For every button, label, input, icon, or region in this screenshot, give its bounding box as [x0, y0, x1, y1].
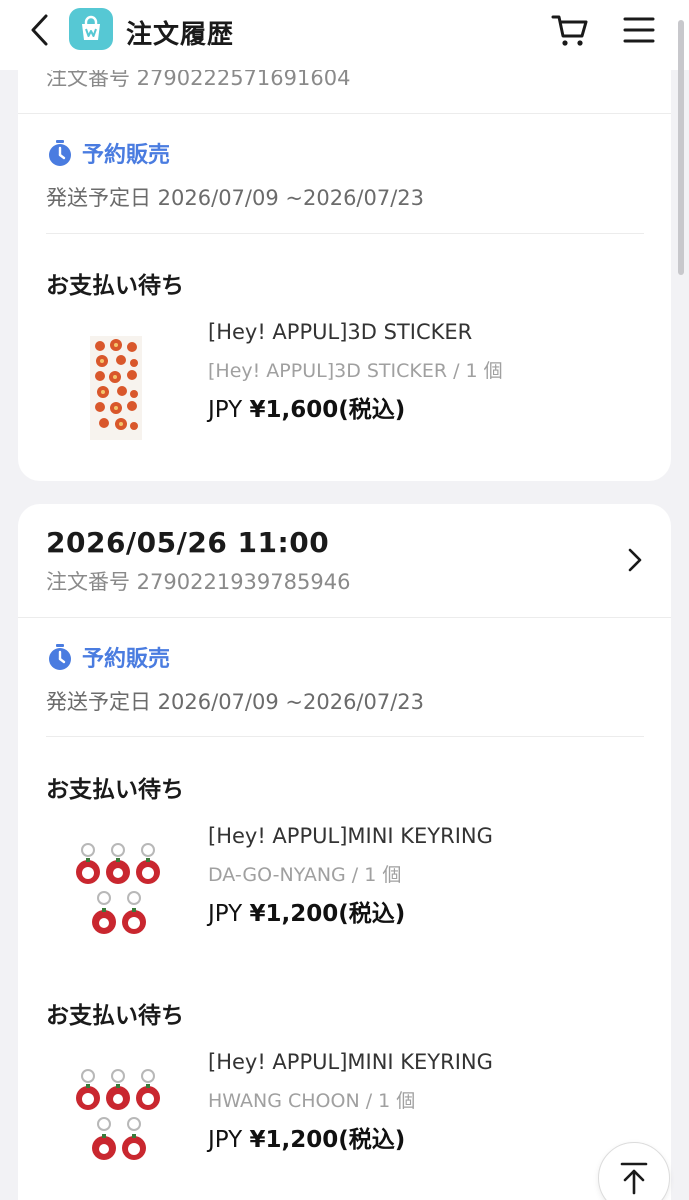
app-header: 注文履歴 [0, 0, 689, 70]
price-amount: ¥1,200(税込) [249, 1127, 406, 1153]
cart-icon [551, 15, 588, 46]
price-amount: ¥1,200(税込) [249, 901, 406, 927]
divider [18, 113, 671, 114]
payment-status: お支払い待ち [46, 1003, 184, 1029]
product-option: DA-GO-NYANG / 1 個 [208, 864, 402, 886]
product-thumbnail[interactable] [66, 334, 176, 444]
product-price: JPY ¥1,200(税込) [208, 894, 405, 928]
stopwatch-icon [49, 644, 71, 670]
keyring-set-image [76, 843, 160, 934]
arrow-up-icon [620, 1162, 648, 1195]
preorder-text: 予約販売 [82, 647, 171, 672]
stopwatch-icon [49, 140, 71, 166]
sticker-sheet-image [90, 336, 142, 440]
preorder-text: 予約販売 [82, 143, 171, 168]
shipping-date: 発送予定日 2026/07/09 ~2026/07/23 [46, 186, 425, 210]
product-option: HWANG CHOON / 1 個 [208, 1090, 416, 1112]
payment-status: お支払い待ち [46, 273, 184, 299]
order-date: 2026/05/26 11:00 [46, 526, 330, 559]
product-thumbnail[interactable] [66, 838, 176, 948]
product-thumbnail[interactable] [66, 1064, 176, 1174]
price-currency: JPY [208, 901, 243, 927]
price-currency: JPY [208, 1127, 243, 1153]
app-logo[interactable] [69, 8, 113, 50]
divider [18, 617, 671, 618]
chevron-left-icon [31, 14, 48, 46]
order-card: 注文番号 2790222571691604 予約販売 発送予定日 2026/07… [18, 0, 671, 481]
keyring-set-image [76, 1069, 160, 1160]
back-button[interactable] [26, 12, 56, 48]
shipping-date: 発送予定日 2026/07/09 ~2026/07/23 [46, 690, 425, 714]
divider [46, 233, 644, 234]
product-name[interactable]: [Hey! APPUL]3D STICKER [208, 320, 472, 344]
cart-button[interactable] [550, 12, 590, 48]
price-currency: JPY [208, 397, 243, 423]
chevron-right-icon[interactable] [622, 546, 646, 574]
shopping-bag-logo [82, 15, 100, 40]
preorder-label: 予約販売 [46, 137, 170, 169]
scrollbar[interactable] [678, 20, 684, 275]
order-number: 注文番号 2790221939785946 [46, 570, 351, 594]
product-price: JPY ¥1,600(税込) [208, 390, 405, 424]
product-price: JPY ¥1,200(税込) [208, 1120, 405, 1154]
product-name[interactable]: [Hey! APPUL]MINI KEYRING [208, 824, 493, 848]
price-amount: ¥1,600(税込) [249, 397, 406, 423]
product-name[interactable]: [Hey! APPUL]MINI KEYRING [208, 1050, 493, 1074]
order-card[interactable]: 2026/05/26 11:00 注文番号 2790221939785946 予… [18, 504, 671, 1200]
product-option: [Hey! APPUL]3D STICKER / 1 個 [208, 360, 503, 382]
divider [46, 736, 644, 737]
menu-button[interactable] [622, 14, 656, 46]
page-title: 注文履歴 [126, 20, 235, 50]
preorder-label: 予約販売 [46, 641, 170, 673]
hamburger-menu-icon [623, 17, 655, 43]
payment-status: お支払い待ち [46, 777, 184, 803]
